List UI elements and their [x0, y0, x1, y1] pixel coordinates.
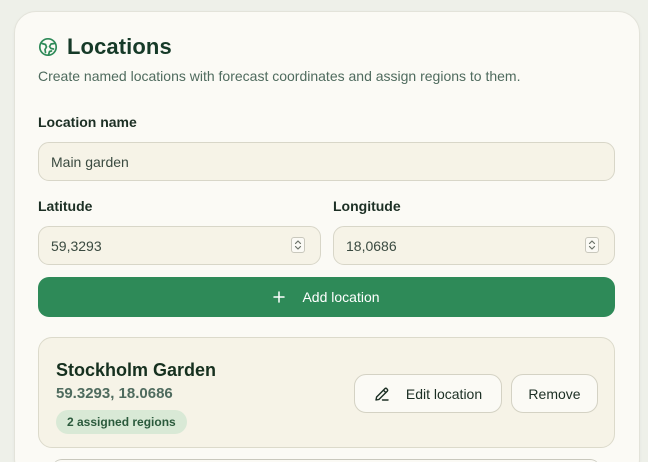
- page-title: Locations: [67, 34, 172, 59]
- stepper-arrows-icon: [588, 240, 596, 250]
- latitude-stepper[interactable]: [291, 237, 305, 253]
- location-name-input[interactable]: [38, 142, 615, 181]
- location-card: Stockholm Garden 59.3293, 18.0686 2 assi…: [38, 337, 615, 448]
- globe-icon: [38, 37, 58, 57]
- longitude-stepper[interactable]: [585, 237, 599, 253]
- stepper-arrows-icon: [294, 240, 302, 250]
- location-coordinates: 59.3293, 18.0686: [56, 385, 173, 402]
- latitude-input[interactable]: [38, 226, 321, 265]
- remove-location-button[interactable]: Remove: [511, 374, 598, 413]
- edit-location-button[interactable]: Edit location: [354, 374, 502, 413]
- assigned-regions-badge: 2 assigned regions: [56, 410, 187, 434]
- plus-icon: [273, 291, 286, 303]
- location-name: Stockholm Garden: [56, 360, 217, 380]
- longitude-input[interactable]: [333, 226, 615, 265]
- longitude-label: Longitude: [333, 198, 401, 214]
- remove-location-label: Remove: [528, 385, 581, 402]
- page-subtitle: Create named locations with forecast coo…: [38, 68, 521, 84]
- add-location-button[interactable]: Add location: [38, 277, 615, 317]
- add-location-label: Add location: [302, 289, 380, 305]
- panel-header: Locations: [38, 34, 172, 60]
- edit-location-label: Edit location: [405, 385, 483, 402]
- pencil-icon: [374, 386, 390, 402]
- latitude-label: Latitude: [38, 198, 93, 214]
- location-name-label: Location name: [38, 114, 137, 130]
